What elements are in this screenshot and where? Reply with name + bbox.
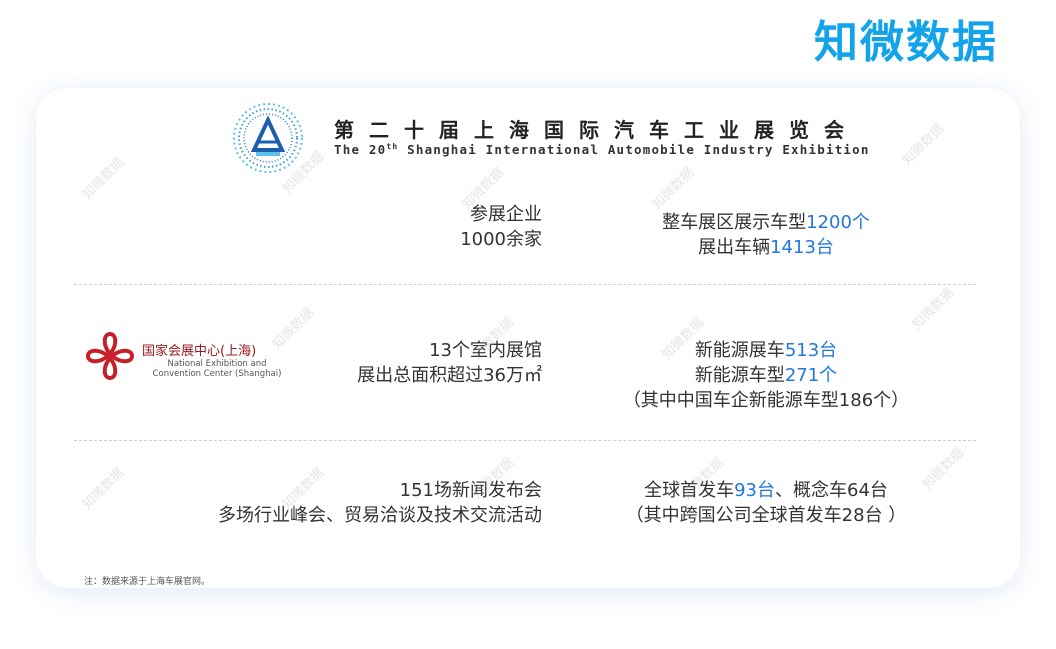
stat-new-energy: 新能源展车513台 新能源车型271个 （其中中国车企新能源车型186个）	[586, 338, 946, 413]
stat-cars-value: 1413台	[770, 237, 834, 258]
stat-ne-line3: （其中中国车企新能源车型186个）	[622, 390, 910, 411]
stat-events-summits: 多场行业峰会、贸易洽谈及技术交流活动	[218, 505, 542, 526]
venue-clover-icon	[85, 331, 135, 381]
stat-models-value: 1200个	[806, 212, 870, 233]
title-en-ordinal: th	[386, 142, 399, 151]
stat-halls: 13个室内展馆 展出总面积超过36万㎡	[357, 338, 542, 388]
stat-ne-line2: 新能源车型271个	[586, 363, 946, 388]
venue-logo: 国家会展中心(上海) National Exhibition and Conve…	[82, 328, 302, 384]
watermark: 知微数据	[649, 165, 698, 213]
stat-ne-cars-label: 新能源展车	[694, 340, 785, 361]
stat-debuts-line1: 全球首发车93台、概念车64台	[586, 478, 946, 503]
row-divider	[74, 284, 976, 285]
title-en-prefix: The 20	[334, 142, 387, 158]
stat-vehicles-line1: 整车展区展示车型1200个	[586, 210, 946, 235]
exhibition-title-cn: 第二十届上海国际汽车工业展览会	[334, 118, 859, 142]
brand-logo-text: 知微数据	[814, 17, 998, 68]
stat-ne-models-value: 271个	[784, 365, 838, 386]
stat-events-press: 151场新闻发布会	[399, 480, 542, 501]
row-divider	[74, 440, 976, 441]
stat-debuts: 全球首发车93台、概念车64台 （其中跨国公司全球首发车28台 ）	[586, 478, 946, 528]
watermark: 知微数据	[909, 285, 958, 333]
watermark: 知微数据	[79, 155, 128, 203]
venue-name-en-line2: Convention Center (Shanghai)	[152, 369, 282, 379]
stat-halls-area: 展出总面积超过36万㎡	[357, 365, 542, 386]
stat-exhibitors-value: 1000余家	[460, 229, 542, 250]
stat-exhibitors-label: 参展企业	[470, 204, 542, 225]
watermark: 知微数据	[79, 465, 128, 513]
stat-concept-cars: 、概念车64台	[775, 480, 888, 501]
exhibition-title-en: The 20th Shanghai International Automobi…	[334, 142, 870, 157]
stat-cars-label: 展出车辆	[698, 237, 771, 258]
stat-events: 151场新闻发布会 多场行业峰会、贸易洽谈及技术交流活动	[218, 478, 542, 528]
stat-debuts-label: 全球首发车	[644, 480, 735, 501]
stat-ne-models-label: 新能源车型	[694, 365, 785, 386]
stat-vehicles: 整车展区展示车型1200个 展出车辆1413台	[586, 210, 946, 260]
auto-shanghai-logo-icon	[233, 103, 303, 173]
title-en-suffix: Shanghai International Automobile Indust…	[398, 142, 870, 158]
stat-ne-cars-value: 513台	[784, 340, 838, 361]
venue-name-cn: 国家会展中心(上海)	[142, 344, 257, 359]
info-card: 第二十届上海国际汽车工业展览会 The 20th Shanghai Intern…	[36, 88, 1020, 588]
venue-name-en-line1: National Exhibition and	[167, 359, 267, 369]
stat-halls-count: 13个室内展馆	[429, 340, 542, 361]
stat-models-label: 整车展区展示车型	[662, 212, 807, 233]
stat-debuts-line2: （其中跨国公司全球首发车28台 ）	[625, 505, 907, 526]
stat-debuts-value: 93台	[734, 480, 775, 501]
footnote: 注：数据来源于上海车展官网。	[84, 577, 211, 587]
stat-vehicles-line2: 展出车辆1413台	[586, 235, 946, 260]
stat-exhibitors: 参展企业 1000余家	[460, 202, 542, 252]
stat-ne-line1: 新能源展车513台	[586, 338, 946, 363]
